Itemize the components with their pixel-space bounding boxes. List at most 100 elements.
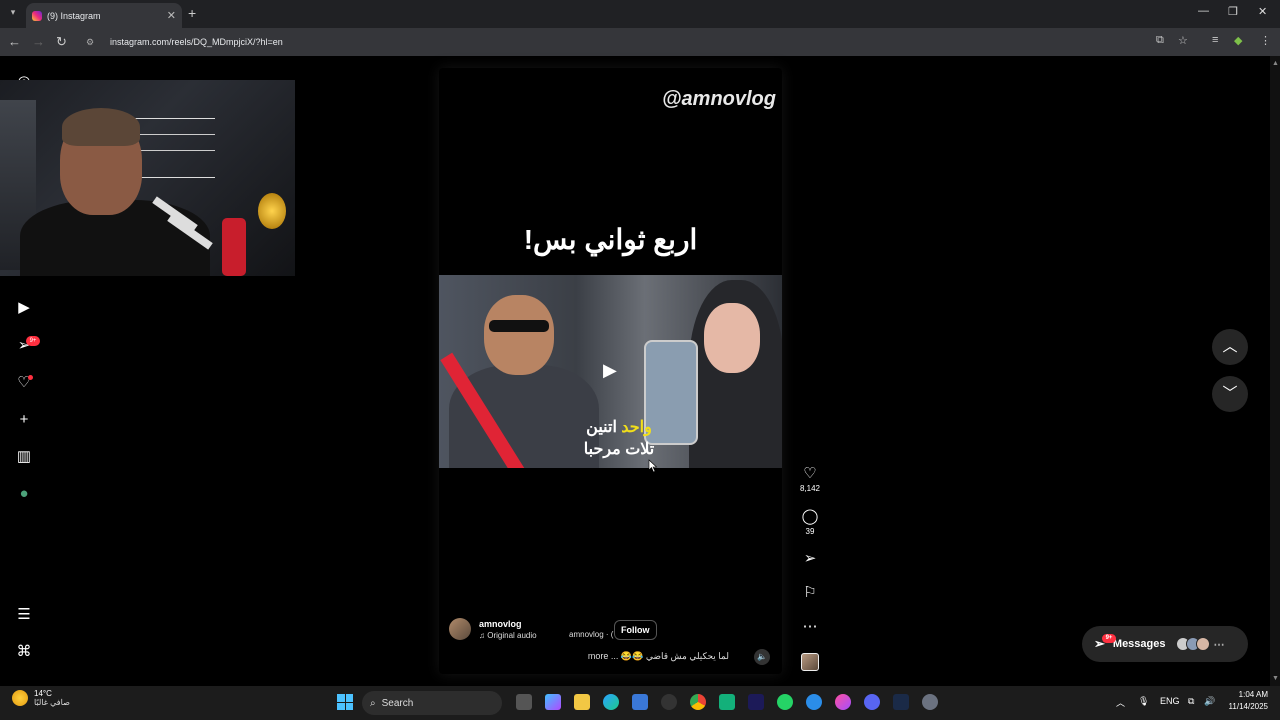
notification-dot [28,375,33,380]
save-button[interactable]: ⚐ [796,583,824,601]
like-button[interactable]: ♡ 8,142 [796,464,824,493]
webcam-person-hair [62,108,140,146]
restore-icon[interactable]: ❐ [1228,5,1238,18]
browser-menu-icon[interactable]: ⋮ [1260,34,1271,47]
chevron-up-icon: ︿ [1222,338,1238,355]
minimize-icon[interactable]: — [1198,5,1209,17]
alien-app-icon[interactable] [661,694,677,710]
bookmark-star-icon[interactable]: ☆ [1178,34,1188,47]
tab-instagram[interactable]: (9) Instagram ✕ [26,3,182,28]
original-audio-link[interactable]: ♫ Original audio [479,631,537,640]
task-view-icon[interactable] [516,694,532,710]
window-close-icon[interactable]: ✕ [1258,5,1267,18]
premiere-pro-icon[interactable] [748,694,764,710]
media-controls-icon[interactable]: ≡ [1212,34,1218,46]
edge-icon[interactable] [603,694,619,710]
chrome-icon[interactable] [690,694,706,710]
site-info-icon[interactable]: ⚙ [86,37,100,48]
instagram-favicon-icon [32,10,42,21]
share-button[interactable]: ➢ [796,549,824,567]
blue-app-icon[interactable] [806,694,822,710]
whatsapp-icon[interactable] [777,694,793,710]
mute-toggle-icon[interactable]: 🔈 [754,649,770,665]
messages-badge: 9+ [1102,634,1116,643]
settings-gear-icon[interactable] [922,694,938,710]
address-bar[interactable]: ⚙ instagram.com/reels/DQ_MDmpjciX/?hl=en [80,31,1200,53]
share-icon: ➢ [803,550,817,567]
comment-button[interactable]: ◯ 39 [796,507,824,536]
previous-reel-button[interactable]: ︿ [1212,329,1248,365]
heart-icon: ♡ [803,465,817,482]
follow-button[interactable]: Follow [614,620,657,640]
start-menu-icon[interactable] [337,694,353,710]
like-count: 8,142 [799,484,821,493]
network-icon[interactable]: ⧉ [1188,696,1194,707]
more-options-button[interactable]: ⋯ [796,617,824,635]
green-app-icon[interactable] [719,694,735,710]
messages-button[interactable]: ➢ 9+ Messages ⋯ [1082,626,1248,662]
reload-icon[interactable]: ↻ [56,34,67,50]
chevron-down-icon: ﹀ [1222,385,1238,402]
mouse-cursor-icon [648,459,658,473]
webcam-overlay [0,80,295,276]
audio-thumbnail[interactable] [801,653,819,671]
scroll-down-icon[interactable]: ▼ [1272,675,1279,682]
store-icon[interactable] [632,694,648,710]
reel-player[interactable]: @amnovlog اربع ثواني بس! ▶ واحد اتنين تل… [439,68,782,674]
reel-watermark: @amnovlog [662,88,776,110]
comment-icon: ◯ [801,508,819,525]
install-app-icon[interactable]: ⧉ [1156,34,1164,47]
weather-widget[interactable]: 14°C صافي غالبًا [12,689,70,707]
search-icon: ⌕ [370,697,376,709]
microphone-icon[interactable]: 🎙 [1138,696,1149,707]
browser-toolbar: ← → ↻ ⚙ instagram.com/reels/DQ_MDmpjciX/… [0,28,1280,56]
taskbar-search[interactable]: ⌕ Search [362,691,502,715]
audio-label: Original audio [487,630,537,640]
video-man-head [484,295,554,375]
author-username[interactable]: amnovlog [479,619,537,629]
windows-taskbar: 14°C صافي غالبًا ⌕ Search ︿ 🎙 ENG ⧉ 🔊 1:… [0,686,1280,720]
video-subtitle-line-2: تلات مرحبا [583,441,655,458]
reel-author[interactable]: amnovlog ♫ Original audio [449,618,537,640]
audio-ticker[interactable]: amnovlog · ( [569,630,613,639]
url-text: instagram.com/reels/DQ_MDmpjciX/?hl=en [110,37,283,47]
new-tab-button[interactable]: + [188,5,196,21]
dashboard-icon[interactable]: ▥ [14,447,34,467]
tab-search-icon[interactable]: ▾ [6,7,20,21]
tab-title: (9) Instagram [47,10,101,21]
system-clock[interactable]: 1:04 AM 11/14/2025 [1226,689,1268,713]
bookmark-icon: ⚐ [803,584,817,601]
steam-icon[interactable] [893,694,909,710]
discord-icon[interactable] [864,694,880,710]
create-plus-icon[interactable]: + [14,410,34,430]
video-sunglasses [489,320,549,332]
weather-condition: صافي غالبًا [34,698,70,707]
scroll-up-icon[interactable]: ▲ [1272,60,1279,67]
music-app-icon[interactable] [835,694,851,710]
reels-icon[interactable]: ▶ [14,298,34,318]
clock-time: 1:04 AM [1238,690,1268,699]
forward-arrow-icon[interactable]: → [32,34,45,49]
back-arrow-icon[interactable]: ← [8,34,21,49]
messages-label: Messages [1112,638,1166,650]
browser-tab-strip: ▾ (9) Instagram ✕ + — ❐ ✕ [0,0,1280,28]
reel-caption[interactable]: لما يحكيلي مش قاضي 😂😂 ... more [579,651,729,662]
page-scrollbar[interactable]: ▲ ▼ [1270,56,1280,686]
language-indicator[interactable]: ENG [1160,696,1180,706]
copilot-icon[interactable] [545,694,561,710]
reel-headline: اربع ثواني بس! [523,224,698,255]
author-avatar[interactable] [449,618,471,640]
extension-icon[interactable]: ◆ [1234,34,1242,47]
also-from-meta-icon[interactable]: ⌘ [14,642,34,662]
tab-close-icon[interactable]: ✕ [167,9,176,22]
search-label: Search [381,697,414,709]
play-icon[interactable]: ▶ [603,360,617,381]
more-menu-icon[interactable]: ☰ [14,605,34,625]
reel-video-frame[interactable]: ▶ واحد اتنين تلات مرحبا [439,275,782,468]
volume-icon[interactable]: 🔊 [1204,696,1215,707]
video-woman-face [704,303,760,373]
next-reel-button[interactable]: ﹀ [1212,376,1248,412]
profile-avatar[interactable]: ● [14,484,34,504]
tray-overflow-icon[interactable]: ︿ [1116,696,1125,709]
file-explorer-icon[interactable] [574,694,590,710]
